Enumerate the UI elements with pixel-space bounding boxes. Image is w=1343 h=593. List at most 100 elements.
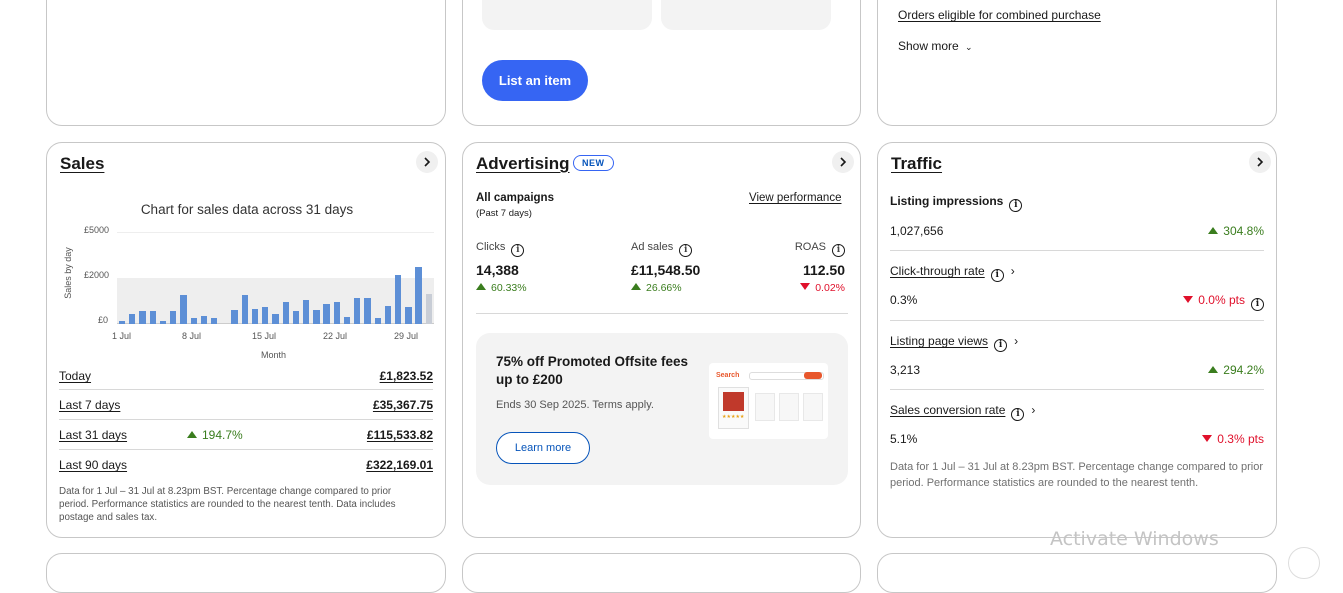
chart-bar bbox=[129, 314, 136, 324]
info-icon[interactable]: i bbox=[1011, 408, 1025, 421]
info-icon[interactable]: i bbox=[1009, 199, 1023, 212]
y-tick-label: £5000 bbox=[84, 225, 110, 235]
view-performance-link[interactable]: View performance bbox=[749, 192, 841, 204]
info-icon[interactable]: i bbox=[679, 244, 693, 257]
top-card-left bbox=[46, 0, 446, 126]
promo-subtext: Ends 30 Sep 2025. Terms apply. bbox=[496, 399, 654, 411]
sales-row-label[interactable]: Last 31 days bbox=[59, 428, 127, 442]
sales-row-value[interactable]: £35,367.75 bbox=[373, 398, 433, 412]
divider bbox=[59, 449, 433, 450]
chevron-right-icon[interactable]: › bbox=[1011, 264, 1015, 278]
arrow-up-icon bbox=[187, 431, 197, 438]
orders-combined-link[interactable]: Orders eligible for combined purchase bbox=[898, 8, 1101, 22]
traffic-chevron-button[interactable] bbox=[1249, 151, 1271, 173]
chart-bar bbox=[251, 309, 259, 324]
x-tick-label: 29 Jul bbox=[394, 331, 419, 341]
traffic-label-page-views[interactable]: Listing page views i › bbox=[890, 334, 1018, 352]
divider bbox=[890, 250, 1264, 251]
sales-row-today[interactable]: Today £1,823.52 bbox=[59, 369, 433, 399]
traffic-label-conversion[interactable]: Sales conversion rate i › bbox=[890, 403, 1035, 421]
sales-title[interactable]: Sales bbox=[60, 154, 104, 174]
illustration-listing-placeholder bbox=[779, 393, 799, 421]
chevron-right-icon bbox=[1257, 157, 1264, 167]
scroll-to-top-button[interactable] bbox=[1288, 547, 1320, 579]
sales-row-7-days[interactable]: Last 7 days £35,367.75 bbox=[59, 398, 433, 428]
chart-bar bbox=[118, 321, 126, 324]
chart-bar bbox=[415, 267, 422, 324]
traffic-change-value: 304.8% bbox=[1223, 224, 1264, 238]
advertising-chevron-button[interactable] bbox=[832, 151, 854, 173]
traffic-label-text[interactable]: Click-through rate bbox=[890, 264, 985, 278]
metric-label: Ad sales bbox=[631, 241, 674, 253]
learn-more-button[interactable]: Learn more bbox=[496, 432, 590, 464]
divider bbox=[890, 320, 1264, 321]
traffic-label-text[interactable]: Sales conversion rate bbox=[890, 403, 1005, 417]
top-card-right: Orders eligible for combined purchase Sh… bbox=[877, 0, 1277, 126]
metric-value: £11,548.50 bbox=[631, 262, 701, 278]
chart-bar bbox=[374, 318, 381, 324]
metric-change: 60.33% bbox=[491, 282, 527, 294]
traffic-label-text: Listing impressions bbox=[890, 194, 1004, 208]
chart-y-axis-label: Sales by day bbox=[62, 247, 73, 299]
illustration-listing-placeholder bbox=[803, 393, 823, 421]
traffic-label-text[interactable]: Listing page views bbox=[890, 334, 988, 348]
sales-row-value[interactable]: £115,533.82 bbox=[367, 428, 433, 442]
chevron-right-icon[interactable]: › bbox=[1014, 334, 1018, 348]
sales-row-31-days[interactable]: Last 31 days 194.7% £115,533.82 bbox=[59, 428, 433, 458]
chart-bar bbox=[303, 300, 310, 324]
illustration-search-label: Search bbox=[716, 372, 740, 379]
sales-row-label[interactable]: Today bbox=[59, 369, 91, 383]
info-icon[interactable]: i bbox=[511, 244, 525, 257]
arrow-up-icon bbox=[1208, 227, 1219, 234]
sales-footnote: Data for 1 Jul – 31 Jul at 8.23pm BST. P… bbox=[59, 486, 396, 523]
divider bbox=[59, 389, 433, 390]
top-card-middle: List an item bbox=[462, 0, 861, 126]
chart-bar bbox=[323, 304, 330, 324]
metric-clicks: Clicks i 14,388 60.33% bbox=[476, 241, 527, 294]
traffic-title[interactable]: Traffic bbox=[891, 154, 942, 174]
traffic-value: 5.1% bbox=[890, 432, 918, 446]
traffic-change: 294.2% bbox=[1208, 363, 1264, 377]
sales-row-label[interactable]: Last 90 days bbox=[59, 458, 127, 472]
bottom-card-left bbox=[46, 553, 446, 593]
x-tick-label: 1 Jul bbox=[112, 331, 132, 341]
sales-row-value[interactable]: £1,823.52 bbox=[380, 369, 433, 383]
traffic-label-impressions: Listing impressions i bbox=[890, 194, 1023, 212]
show-more-button[interactable]: Show more ⌄ bbox=[898, 39, 973, 53]
info-icon[interactable]: i bbox=[994, 339, 1008, 352]
chevron-right-icon[interactable]: › bbox=[1031, 403, 1035, 417]
list-item-button[interactable]: List an item bbox=[482, 60, 588, 101]
chart-bar bbox=[159, 321, 167, 324]
traffic-change: 0.3% pts bbox=[1202, 432, 1264, 446]
campaign-label: All campaigns bbox=[476, 192, 554, 204]
metric-roas: ROAS i 112.50 0.02% bbox=[795, 241, 845, 294]
traffic-change-value: 0.3% pts bbox=[1217, 432, 1264, 446]
traffic-label-ctr[interactable]: Click-through rate i › bbox=[890, 264, 1015, 282]
chart-bar bbox=[343, 317, 351, 324]
metric-value: 14,388 bbox=[476, 262, 519, 278]
sales-row-change: 194.7% bbox=[187, 428, 243, 442]
top-tile-1 bbox=[482, 0, 652, 30]
sales-chevron-button[interactable] bbox=[416, 151, 438, 173]
advertising-title[interactable]: Advertising bbox=[476, 154, 570, 174]
info-icon[interactable]: i bbox=[990, 269, 1004, 282]
info-icon[interactable]: i bbox=[832, 244, 845, 257]
chart-bar bbox=[354, 298, 361, 324]
sales-row-label[interactable]: Last 7 days bbox=[59, 398, 120, 412]
promo-panel: 75% off Promoted Offsite fees up to £200… bbox=[476, 333, 848, 485]
chart-bar bbox=[139, 311, 146, 324]
bottom-card-middle bbox=[462, 553, 861, 593]
chart-bar bbox=[364, 298, 371, 324]
arrow-down-icon bbox=[1183, 296, 1194, 303]
campaign-period: (Past 7 days) bbox=[476, 208, 532, 219]
chart-bar bbox=[200, 316, 208, 324]
illustration-search-button bbox=[804, 372, 822, 379]
divider bbox=[476, 313, 848, 314]
sales-row-90-days[interactable]: Last 90 days £322,169.01 bbox=[59, 458, 433, 488]
sales-row-value[interactable]: £322,169.01 bbox=[366, 458, 433, 472]
divider bbox=[59, 419, 433, 420]
chart-bar bbox=[272, 314, 279, 324]
info-icon[interactable]: i bbox=[1251, 298, 1264, 311]
chart-x-axis-label: Month bbox=[261, 350, 287, 360]
arrow-up-icon bbox=[1208, 366, 1219, 373]
